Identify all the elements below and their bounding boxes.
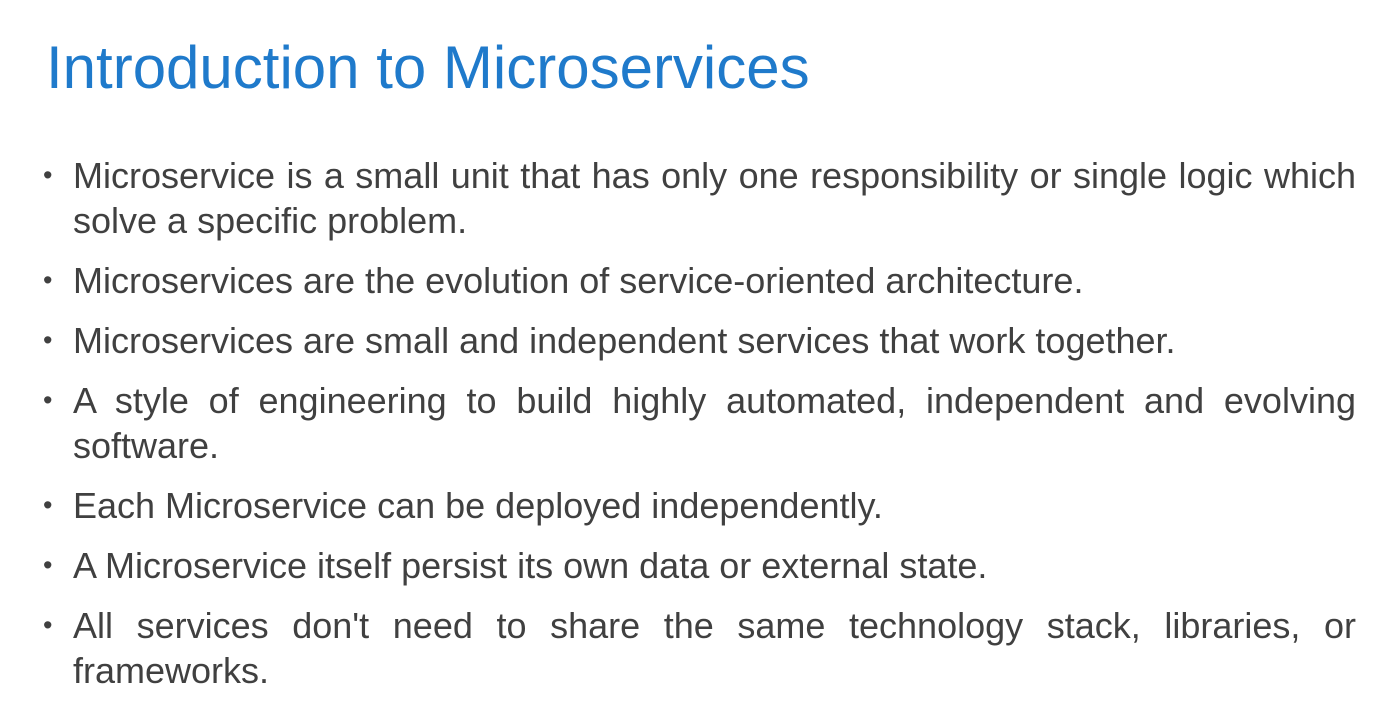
- bullet-dot-icon: •: [43, 160, 53, 190]
- bullet-item: • A Microservice itself persist its own …: [42, 543, 1356, 588]
- bullet-item: • Microservices are the evolution of ser…: [42, 258, 1356, 303]
- bullet-dot-icon: •: [43, 490, 53, 520]
- slide-title: Introduction to Microservices: [46, 34, 810, 101]
- bullet-text: Each Microservice can be deployed indepe…: [73, 485, 883, 526]
- slide: Introduction to Microservices • Microser…: [0, 0, 1394, 708]
- bullet-item: • Microservice is a small unit that has …: [42, 153, 1356, 243]
- bullet-dot-icon: •: [43, 550, 53, 580]
- bullet-text: Microservices are the evolution of servi…: [73, 260, 1084, 301]
- bullet-list: • Microservice is a small unit that has …: [42, 153, 1356, 708]
- bullet-dot-icon: •: [43, 385, 53, 415]
- bullet-item: • A style of engineering to build highly…: [42, 378, 1356, 468]
- bullet-dot-icon: •: [43, 265, 53, 295]
- bullet-dot-icon: •: [43, 610, 53, 640]
- bullet-item: • Microservices are small and independen…: [42, 318, 1356, 363]
- bullet-dot-icon: •: [43, 325, 53, 355]
- bullet-item: • All services don't need to share the s…: [42, 603, 1356, 693]
- bullet-text: A style of engineering to build highly a…: [73, 380, 1356, 466]
- bullet-item: • Each Microservice can be deployed inde…: [42, 483, 1356, 528]
- bullet-text: All services don't need to share the sam…: [73, 605, 1356, 691]
- bullet-text: Microservice is a small unit that has on…: [73, 155, 1356, 241]
- bullet-text: A Microservice itself persist its own da…: [73, 545, 988, 586]
- bullet-text: Microservices are small and independent …: [73, 320, 1176, 361]
